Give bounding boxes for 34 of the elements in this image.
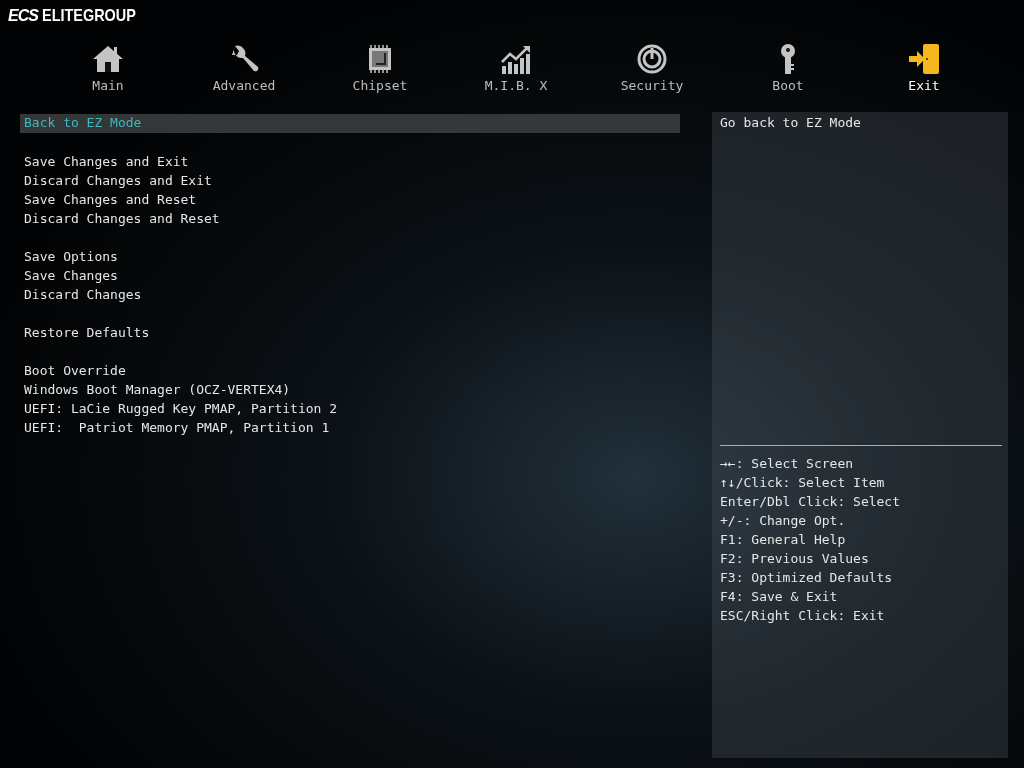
brand-logo: ECS — [8, 7, 38, 25]
key-hint: ↑↓/Click: Select Item — [720, 474, 886, 492]
menu-item[interactable]: Save Options — [20, 247, 680, 266]
menu-item[interactable]: Boot Override — [20, 361, 680, 380]
tab[interactable]: M.I.B. X — [448, 32, 584, 98]
key-hint: F2: Previous Values — [720, 550, 870, 568]
menu-item[interactable]: Save Changes and Reset — [20, 190, 680, 209]
exit-door-icon — [907, 42, 941, 76]
key-hint: ESC/Right Click: Exit — [720, 607, 886, 625]
tab[interactable]: Chipset — [312, 32, 448, 98]
tab[interactable]: Exit — [856, 32, 992, 98]
menu-item[interactable]: Save Changes and Exit — [20, 152, 680, 171]
menu-item[interactable]: UEFI: LaCie Rugged Key PMAP, Partition 2 — [20, 399, 680, 418]
menu-item[interactable]: Discard Changes and Exit — [20, 171, 680, 190]
brand-name: ELITEGROUP — [41, 6, 136, 26]
key-hint: →←: Select Screen — [720, 455, 855, 473]
menu-item[interactable]: Back to EZ Mode — [20, 114, 680, 133]
key-hint: Enter/Dbl Click: Select — [720, 493, 901, 511]
power-icon — [635, 42, 669, 76]
tab[interactable]: Boot — [720, 32, 856, 98]
key-hint: +/-: Change Opt. — [720, 512, 847, 530]
key-hint: F3: Optimized Defaults — [720, 569, 894, 587]
key-hint: F4: Save & Exit — [720, 588, 839, 606]
menu-item[interactable]: Save Changes — [20, 266, 680, 285]
key-hint: F1: General Help — [720, 531, 847, 549]
tab[interactable]: Advanced — [176, 32, 312, 98]
tab[interactable]: Main — [40, 32, 176, 98]
menu-item[interactable]: UEFI: Patriot Memory PMAP, Partition 1 — [20, 418, 680, 437]
menu-item[interactable]: Discard Changes — [20, 285, 680, 304]
help-description: Go back to EZ Mode — [720, 114, 862, 132]
menu-item[interactable]: Windows Boot Manager (OCZ-VERTEX4) — [20, 380, 680, 399]
menu-item[interactable]: Discard Changes and Reset — [20, 209, 680, 228]
menu-item[interactable]: Restore Defaults — [20, 323, 680, 342]
tab[interactable]: Security — [584, 32, 720, 98]
